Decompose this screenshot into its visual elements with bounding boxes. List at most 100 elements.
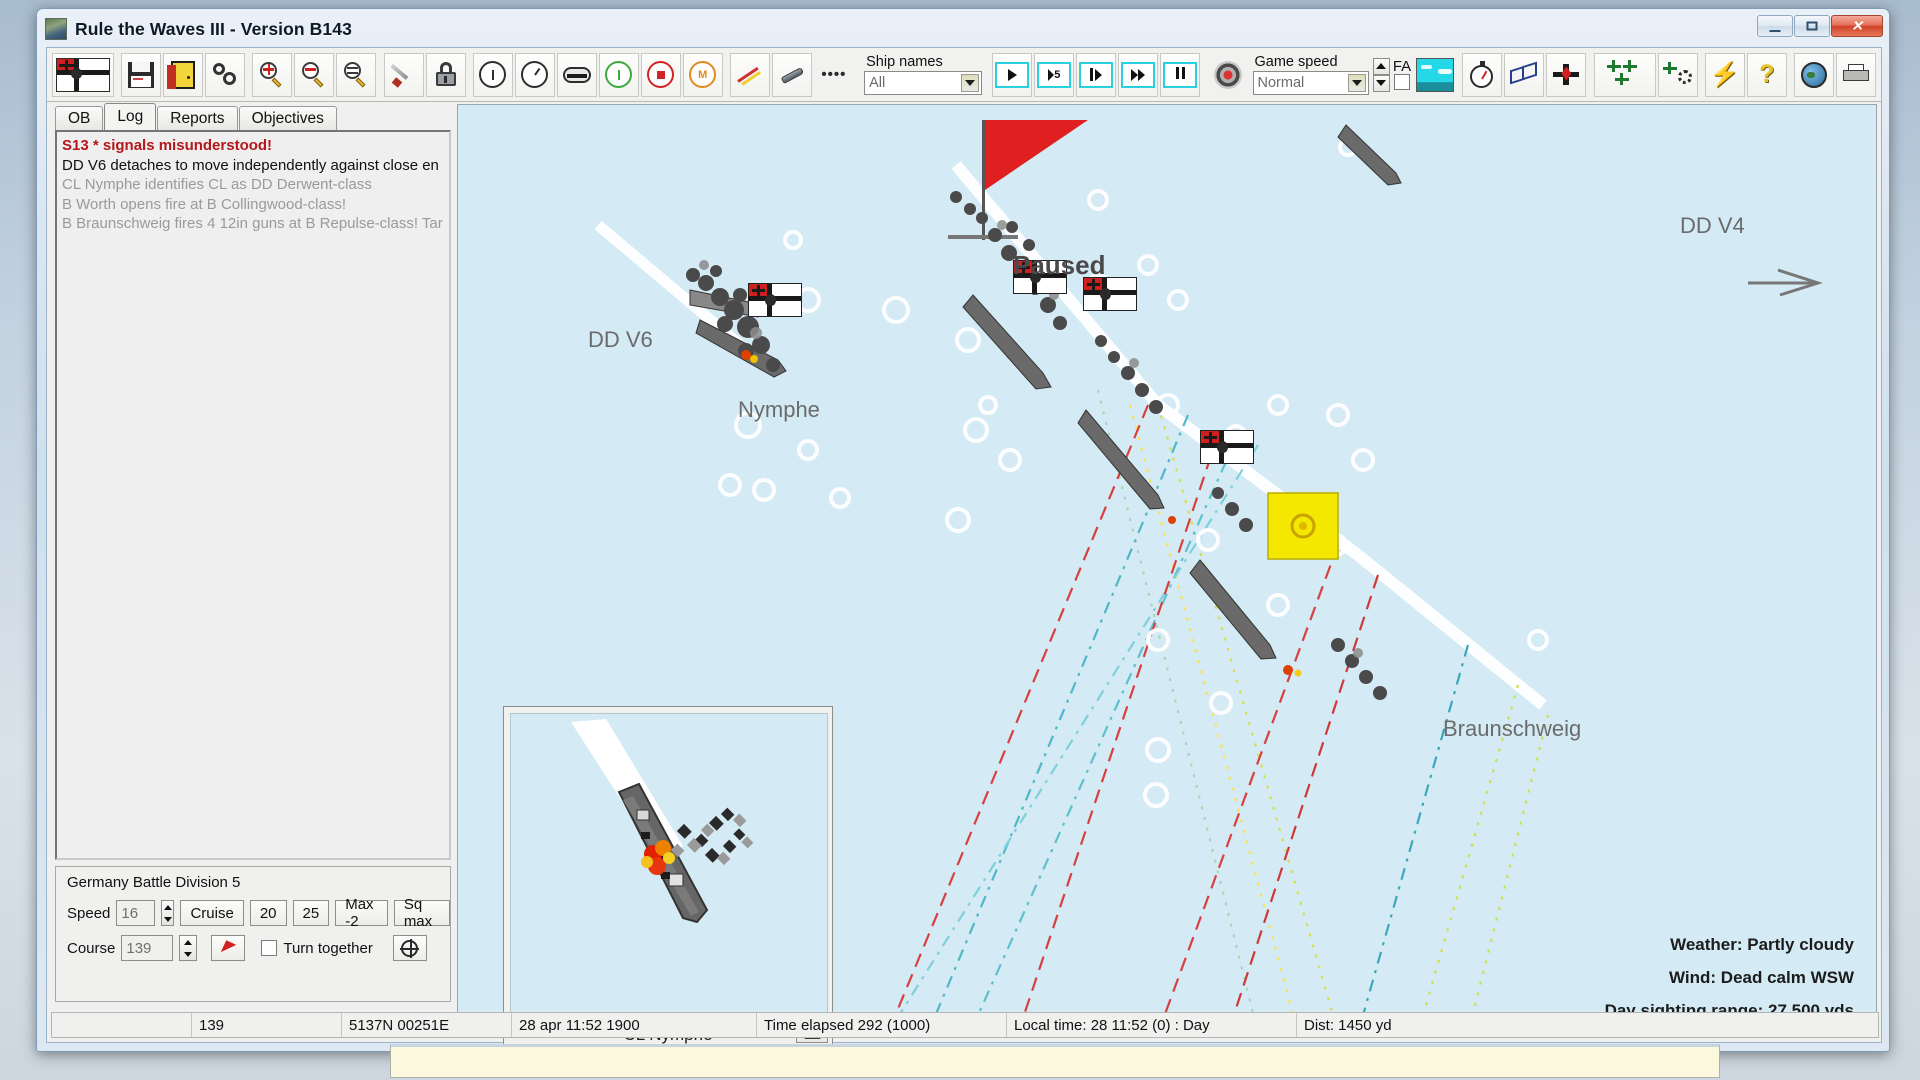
speed-cruise-button[interactable]: Cruise — [180, 900, 244, 926]
more-button[interactable]: •••• — [814, 53, 854, 97]
ship-marker-ensign[interactable] — [748, 283, 802, 317]
crosshair-icon — [400, 938, 420, 958]
tab-reports[interactable]: Reports — [157, 106, 238, 130]
ship-marker-ensign[interactable] — [1083, 277, 1137, 311]
log-line: DD V6 detaches to move independently aga… — [62, 156, 439, 174]
green-circle-button[interactable] — [598, 52, 639, 97]
wind-line: Wind: Dead calm WSW — [1669, 968, 1854, 987]
play-button[interactable] — [992, 52, 1033, 97]
tab-log-label: Log — [117, 108, 144, 125]
client-area: M •••• Ship names All 5 Game speed Norma… — [46, 47, 1882, 1048]
sky-weather-icon — [1416, 57, 1455, 92]
close-button[interactable]: ✕ — [1831, 15, 1883, 37]
paintbrush-icon — [389, 62, 417, 88]
course-input[interactable]: 139 — [121, 935, 174, 961]
ship-detail-inset[interactable]: CL Nymphe — [503, 706, 833, 1048]
course-row: Course 139 Turn together — [56, 935, 450, 961]
info-button[interactable] — [472, 52, 513, 97]
tab-objectives[interactable]: Objectives — [238, 106, 337, 130]
radar-button[interactable] — [1208, 53, 1248, 97]
tab-bar: OB Log Reports Objectives — [51, 103, 455, 130]
set-course-cursor-button[interactable] — [211, 935, 246, 961]
air-settings-button[interactable] — [1657, 52, 1698, 97]
brush-button[interactable] — [383, 52, 424, 97]
speed-20-button[interactable]: 20 — [249, 900, 287, 926]
turn-together-label: Turn together — [283, 939, 373, 957]
center-on-division-button[interactable] — [392, 935, 427, 961]
tab-reports-label: Reports — [170, 109, 225, 127]
fast-forward-button[interactable] — [1118, 52, 1159, 97]
step-button[interactable] — [1076, 52, 1117, 97]
gunfire-button[interactable] — [729, 52, 770, 97]
game-speed-select[interactable]: Normal — [1252, 70, 1369, 95]
status-blank — [52, 1013, 192, 1037]
chevron-down-icon — [961, 73, 980, 92]
left-panel: OB Log Reports Objectives S13 * signals … — [51, 103, 455, 1032]
mine-button[interactable]: M — [682, 52, 723, 97]
ensign-button[interactable] — [52, 52, 114, 97]
pause-button[interactable] — [1160, 52, 1201, 97]
speed-label: Speed — [67, 904, 111, 922]
plane-target-icon — [1552, 63, 1580, 87]
log-book-button[interactable] — [1504, 52, 1545, 97]
exit-button[interactable] — [163, 52, 204, 97]
speed-max-minus-2-button[interactable]: Max -2 — [335, 896, 388, 930]
circle-m-icon: M — [689, 61, 717, 88]
pause-icon — [1163, 61, 1198, 88]
chevron-down-icon — [1347, 73, 1366, 92]
save-button[interactable] — [121, 52, 162, 97]
speed-stepper[interactable] — [161, 900, 175, 926]
ship-names-select[interactable]: All — [864, 70, 983, 95]
fa-checkbox-group[interactable]: FA — [1393, 59, 1411, 90]
settings-button[interactable] — [205, 52, 246, 97]
zoom-in-button[interactable] — [252, 52, 293, 97]
lock-button[interactable] — [425, 52, 466, 97]
shell-tracers-icon — [736, 62, 764, 88]
speed-row: Speed 16 Cruise 20 25 Max -2 Sq max — [56, 896, 450, 930]
combat-log[interactable]: S13 * signals misunderstood! DD V6 detac… — [55, 130, 451, 860]
minimize-button[interactable] — [1757, 15, 1793, 37]
log-line: S13 * signals misunderstood! — [62, 137, 273, 154]
zoom-out-button[interactable] — [294, 52, 335, 97]
clock-button[interactable] — [514, 52, 555, 97]
ship-marker-ensign[interactable] — [1200, 430, 1254, 464]
maximize-button[interactable] — [1794, 15, 1830, 37]
game-speed-stepper[interactable] — [1372, 57, 1390, 92]
speed-25-button[interactable]: 25 — [292, 900, 330, 926]
damage-button[interactable]: ⚡ — [1704, 52, 1745, 97]
exit-door-icon — [167, 60, 196, 89]
game-speed-value: Normal — [1257, 74, 1305, 91]
zoom-fit-button[interactable] — [336, 52, 377, 97]
circle-i-icon — [479, 61, 507, 88]
torpedo-track-button[interactable] — [556, 52, 597, 97]
log-line: CL Nymphe identifies CL as DD Derwent-cl… — [62, 176, 372, 193]
red-circle-button[interactable] — [640, 52, 681, 97]
fast-forward-icon — [1121, 61, 1156, 88]
print-button[interactable] — [1835, 52, 1876, 97]
application-window: Rule the Waves III - Version B143 ✕ M ••… — [36, 8, 1890, 1052]
status-date: 28 apr 11:52 1900 — [512, 1013, 757, 1037]
turn-together-checkbox[interactable] — [261, 940, 278, 956]
ship-label-dd-v4: DD V4 — [1680, 213, 1745, 238]
app-icon — [45, 18, 67, 40]
course-stepper[interactable] — [179, 935, 198, 961]
squadrons-button[interactable] — [1593, 52, 1656, 97]
speed-input[interactable]: 16 — [116, 900, 156, 926]
speed-squadron-max-button[interactable]: Sq max — [393, 896, 450, 930]
stopwatch-button[interactable] — [1462, 52, 1503, 97]
help-button[interactable]: ? — [1746, 52, 1787, 97]
plane-gear-icon — [1662, 60, 1693, 90]
weather-button[interactable] — [1415, 53, 1455, 97]
map-button[interactable] — [1793, 52, 1834, 97]
fa-checkbox[interactable] — [1393, 74, 1410, 90]
status-bar: 139 5137N 00251E 28 apr 11:52 1900 Time … — [51, 1012, 1879, 1038]
tab-log[interactable]: Log — [104, 103, 157, 130]
step-5-button[interactable]: 5 — [1034, 52, 1075, 97]
air-strike-button[interactable] — [1546, 52, 1587, 97]
german-naval-ensign-icon — [56, 57, 110, 92]
tab-ob[interactable]: OB — [55, 106, 104, 130]
lightning-bolt-icon: ⚡ — [1709, 60, 1740, 88]
status-distance: Dist: 1450 yd — [1304, 1016, 1392, 1034]
torpedo-button[interactable] — [771, 52, 812, 97]
cursor-arrow-icon — [220, 939, 237, 957]
